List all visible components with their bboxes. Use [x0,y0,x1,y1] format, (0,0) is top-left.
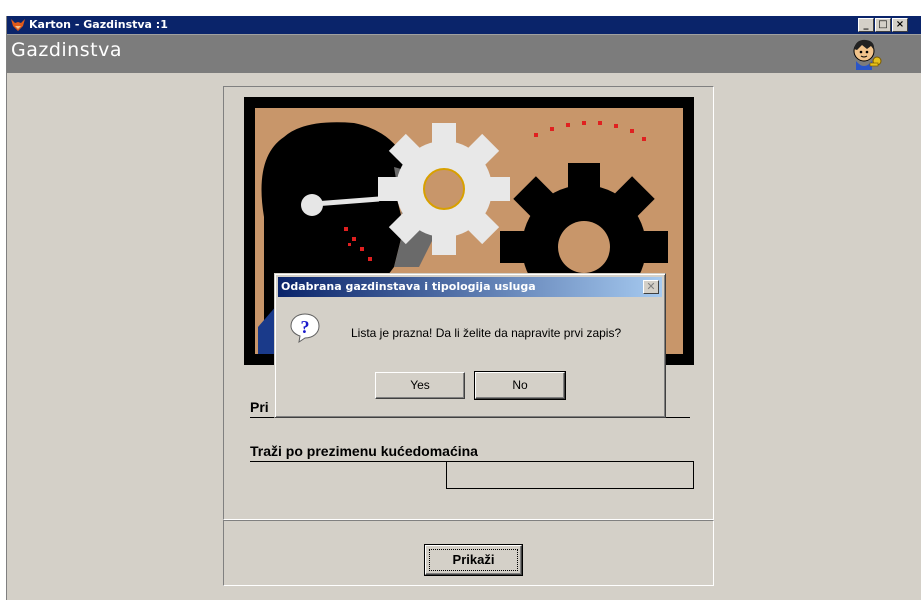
dialog-close-button[interactable]: ✕ [643,280,659,294]
button-panel: Prikaži [223,520,714,586]
minimize-button[interactable]: _ [858,18,874,32]
maximize-icon: □ [878,19,888,30]
field-label-top: Pri [250,399,269,415]
minimize-icon: _ [863,19,869,30]
window-title: Karton - Gazdinstva :1 [29,18,168,31]
svg-text:?: ? [301,317,310,337]
close-button[interactable]: × [892,18,908,32]
user-key-icon[interactable] [850,37,886,71]
maximize-button[interactable]: □ [875,18,891,32]
close-icon: × [895,19,905,30]
search-label: Traži po prezimenu kućedomaćina [250,443,478,459]
dialog-title: Odabrana gazdinstava i tipologija usluga [281,280,536,293]
fox-app-icon [11,19,25,31]
header-band: Gazdinstva [7,34,921,73]
confirm-dialog: Odabrana gazdinstava i tipologija usluga… [274,273,666,418]
question-icon: ? [290,313,320,344]
close-icon: ✕ [646,280,656,293]
window-titlebar[interactable]: Karton - Gazdinstva :1 _ □ × [7,16,921,34]
focus-ring [429,549,518,571]
no-button-label: No [512,378,528,392]
yes-button[interactable]: Yes [375,372,465,399]
yes-button-label: Yes [410,378,430,392]
dialog-titlebar[interactable]: Odabrana gazdinstava i tipologija usluga… [278,277,662,297]
search-input[interactable] [446,461,694,489]
dialog-message: Lista je prazna! Da li želite da napravi… [351,326,622,340]
page-title: Gazdinstva [11,39,122,61]
no-button[interactable]: No [474,371,566,400]
show-button[interactable]: Prikaži [424,544,523,576]
